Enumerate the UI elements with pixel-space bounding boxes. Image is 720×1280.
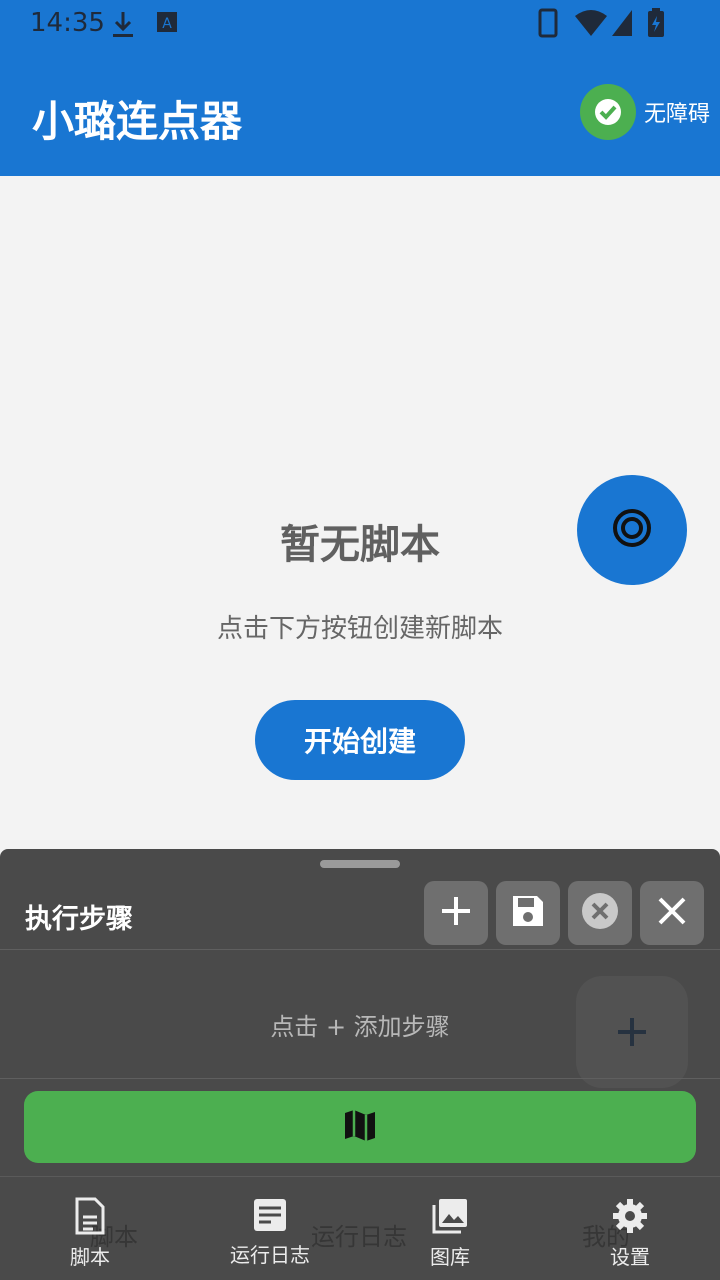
script-icon (74, 1197, 106, 1239)
clear-circle-icon (580, 891, 620, 935)
empty-state-subtitle: 点击下方按钮创建新脚本 (216, 614, 503, 644)
nav-label: 图库 (430, 1245, 470, 1269)
log-icon (252, 1197, 288, 1237)
run-button[interactable] (24, 1091, 696, 1163)
check-circle-icon (579, 84, 636, 140)
map-icon (342, 1107, 378, 1147)
steps-panel-title: 执行步骤 (25, 904, 133, 935)
signal-icon (610, 8, 634, 42)
nav-label: 脚本 (70, 1245, 110, 1269)
divider (0, 949, 720, 950)
gallery-icon (431, 1197, 469, 1239)
divider (0, 1078, 720, 1079)
add-step-button[interactable] (424, 881, 488, 945)
bottom-navigation: 脚本 运行日志 我的 脚本 运行日志 图库 设置 (0, 1176, 720, 1280)
save-icon (510, 893, 546, 933)
nav-label: 设置 (610, 1245, 650, 1269)
nav-item-scripts[interactable]: 脚本 (30, 1197, 150, 1270)
drag-handle[interactable] (320, 860, 400, 868)
status-bar: 14:35 A (0, 0, 720, 48)
keyboard-a-icon: A (156, 8, 178, 40)
plus-icon (439, 894, 473, 932)
save-button[interactable] (496, 881, 560, 945)
gear-icon (611, 1197, 649, 1239)
app-title: 小璐连点器 (32, 97, 243, 146)
svg-text:A: A (162, 16, 172, 32)
nav-item-gallery[interactable]: 图库 (390, 1197, 510, 1270)
ghost-add-fab (576, 976, 688, 1088)
nav-label: 运行日志 (230, 1243, 310, 1267)
close-icon (656, 895, 688, 931)
download-icon (110, 8, 136, 44)
nav-item-logs[interactable]: 运行日志 (210, 1197, 330, 1268)
accessibility-label: 无障碍 (643, 102, 710, 127)
nav-item-settings[interactable]: 设置 (570, 1197, 690, 1270)
start-create-button[interactable]: 开始创建 (255, 700, 465, 780)
phone-icon (538, 8, 558, 42)
close-panel-button[interactable] (640, 881, 704, 945)
accessibility-status[interactable]: 无障碍 (579, 84, 710, 140)
battery-icon (646, 8, 666, 42)
target-icon (610, 506, 654, 554)
app-bar: 小璐连点器 无障碍 (0, 48, 720, 176)
status-time: 14:35 (30, 8, 105, 38)
clear-steps-button[interactable] (568, 881, 632, 945)
floating-target-button[interactable] (577, 475, 687, 585)
wifi-icon (574, 8, 608, 42)
